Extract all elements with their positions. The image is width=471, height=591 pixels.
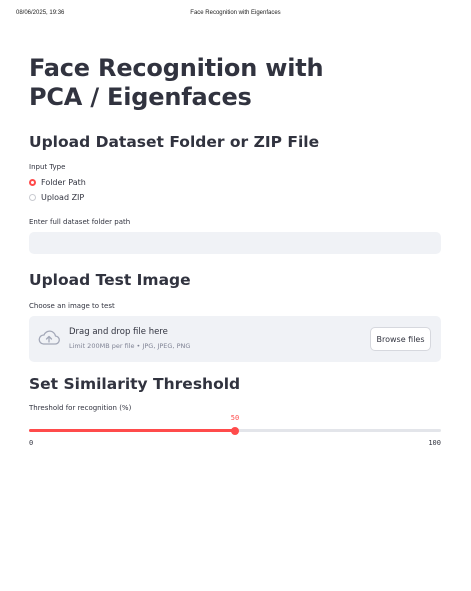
main-content: Face Recognition with PCA / Eigenfaces U… bbox=[29, 54, 441, 459]
dropzone-title: Drag and drop file here bbox=[69, 327, 168, 337]
dataset-path-label: Enter full dataset folder path bbox=[29, 218, 131, 226]
slider-thumb[interactable] bbox=[231, 426, 239, 435]
test-image-heading: Upload Test Image bbox=[29, 271, 191, 289]
radio-selected-icon[interactable] bbox=[29, 179, 36, 186]
slider-max-label: 100 bbox=[428, 439, 441, 447]
dataset-heading: Upload Dataset Folder or ZIP File bbox=[29, 133, 320, 151]
print-title: Face Recognition with Eigenfaces bbox=[190, 10, 281, 16]
page-title: Face Recognition with PCA / Eigenfaces bbox=[29, 54, 324, 111]
radio-label: Upload ZIP bbox=[41, 193, 85, 202]
threshold-label: Threshold for recognition (%) bbox=[29, 404, 132, 412]
threshold-slider-wrap: 50 0 100 bbox=[29, 414, 441, 459]
radio-option-upload-zip[interactable]: Upload ZIP bbox=[29, 190, 441, 205]
file-dropzone[interactable]: Drag and drop file here Limit 200MB per … bbox=[29, 316, 441, 362]
browse-files-button[interactable]: Browse files bbox=[370, 327, 431, 351]
slider-min-label: 0 bbox=[29, 439, 34, 447]
radio-label: Folder Path bbox=[41, 178, 86, 187]
slider-fill bbox=[29, 429, 235, 432]
dataset-path-input[interactable] bbox=[29, 232, 441, 254]
input-type-label: Input Type bbox=[29, 163, 66, 171]
slider-value: 50 bbox=[230, 414, 240, 422]
radio-unselected-icon[interactable] bbox=[29, 194, 36, 201]
cloud-upload-icon bbox=[38, 330, 60, 345]
print-header: 08/06/2025, 19:36 Face Recognition with … bbox=[0, 10, 471, 22]
radio-option-folder-path[interactable]: Folder Path bbox=[29, 175, 441, 190]
dropzone-subtitle: Limit 200MB per file • JPG, JPEG, PNG bbox=[69, 342, 191, 350]
input-type-radio-group: Folder Path Upload ZIP bbox=[29, 175, 441, 205]
threshold-heading: Set Similarity Threshold bbox=[29, 375, 241, 393]
test-image-label: Choose an image to test bbox=[29, 302, 115, 310]
